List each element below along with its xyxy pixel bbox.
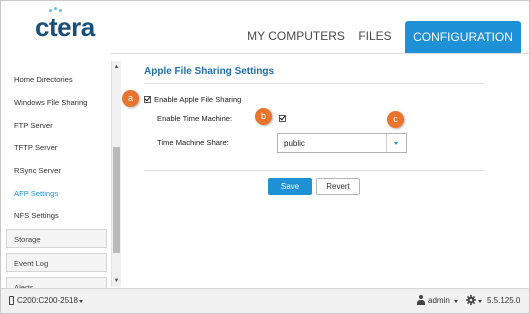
user-menu-caret-icon[interactable]: [454, 300, 458, 303]
enable-afp-label: Enable Apple File Sharing: [154, 95, 242, 104]
title-divider: [144, 83, 484, 84]
sidebar-item-ftp-server[interactable]: FTP Server: [14, 121, 53, 130]
sidebar-item-windows-file-sharing[interactable]: Windows File Sharing: [14, 98, 87, 107]
sidebar-item-tftp-server[interactable]: TFTP Server: [14, 143, 57, 152]
scroll-up-icon[interactable]: ▲: [113, 63, 120, 71]
sidebar-section-alerts[interactable]: Alerts: [6, 277, 107, 288]
scroll-thumb[interactable]: [113, 147, 120, 253]
chevron-down-icon[interactable]: [386, 134, 406, 152]
form-divider: [144, 170, 484, 171]
enable-time-machine-checkbox[interactable]: [279, 115, 286, 122]
header: ctera MY COMPUTERS FILES CONFIGURATION: [1, 1, 529, 54]
sidebar: Home Directories Windows File Sharing FT…: [1, 53, 111, 288]
callout-c: c: [387, 111, 404, 128]
scroll-down-icon[interactable]: ▼: [113, 277, 120, 285]
user-name[interactable]: admin: [428, 296, 450, 305]
sidebar-item-afp-settings[interactable]: AFP Settings: [14, 189, 58, 198]
callout-b: b: [255, 108, 272, 125]
time-machine-share-label: Time Machine Share:: [157, 138, 229, 147]
device-caret-icon[interactable]: [79, 300, 83, 303]
sidebar-item-rsync-server[interactable]: RSync Server: [14, 166, 61, 175]
time-machine-share-value: public: [284, 139, 305, 148]
user-icon: [417, 295, 425, 305]
main-panel: Apple File Sharing Settings Enable Apple…: [121, 53, 529, 288]
device-icon: [9, 296, 14, 305]
revert-button[interactable]: Revert: [316, 178, 360, 195]
sidebar-section-event-log[interactable]: Event Log: [6, 253, 107, 272]
sidebar-section-storage[interactable]: Storage: [6, 229, 107, 248]
page-title: Apple File Sharing Settings: [144, 66, 275, 77]
enable-afp-checkbox[interactable]: [144, 96, 151, 103]
tab-configuration[interactable]: CONFIGURATION: [405, 21, 521, 53]
logo-text: ctera: [35, 12, 95, 42]
time-machine-share-select[interactable]: public: [277, 133, 407, 153]
sidebar-item-home-directories[interactable]: Home Directories: [14, 75, 73, 84]
status-bar: C200:C200-2518 admin 5.5.125.0: [1, 288, 529, 313]
tab-files[interactable]: FILES: [356, 19, 394, 53]
callout-a: a: [122, 90, 139, 107]
sidebar-item-nfs-settings[interactable]: NFS Settings: [14, 211, 59, 220]
enable-time-machine-label: Enable Time Machine:: [157, 114, 233, 123]
gear-icon[interactable]: [466, 295, 476, 305]
version-label: 5.5.125.0: [487, 296, 521, 305]
sidebar-scrollbar[interactable]: ▲ ▼: [111, 61, 121, 287]
device-name: C200:C200-2518: [17, 296, 78, 305]
app-window: ctera MY COMPUTERS FILES CONFIGURATION H…: [0, 0, 530, 314]
save-button[interactable]: Save: [268, 178, 312, 195]
settings-caret-icon[interactable]: [478, 300, 482, 303]
tab-my-computers[interactable]: MY COMPUTERS: [247, 19, 345, 53]
